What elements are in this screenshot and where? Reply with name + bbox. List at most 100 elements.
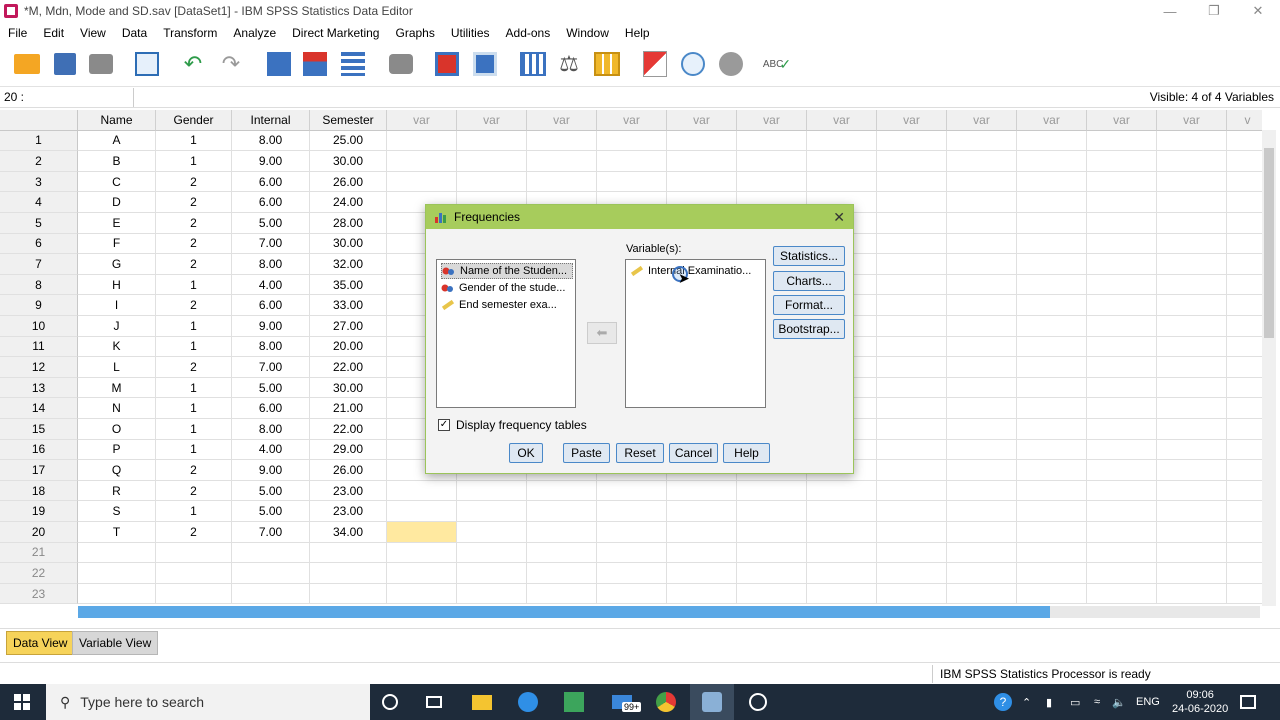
tray-chevron-up-icon[interactable]: ⌃ — [1022, 684, 1031, 720]
redo-icon[interactable]: ↷ — [216, 49, 246, 79]
data-cell[interactable] — [947, 316, 1017, 337]
data-cell[interactable] — [597, 480, 667, 502]
data-cell[interactable] — [1157, 563, 1227, 584]
chrome-icon[interactable] — [644, 684, 688, 720]
data-cell[interactable] — [877, 254, 947, 275]
dialog-close-icon[interactable]: ✕ — [833, 209, 845, 226]
data-cell[interactable] — [1157, 130, 1227, 152]
data-cell[interactable] — [737, 522, 807, 543]
data-cell[interactable] — [1087, 583, 1157, 604]
data-cell[interactable]: 2 — [156, 192, 232, 213]
data-cell[interactable] — [947, 419, 1017, 440]
data-cell[interactable] — [667, 522, 737, 543]
column-header[interactable]: var — [1087, 110, 1157, 131]
data-cell[interactable]: 30.00 — [310, 377, 387, 399]
data-cell[interactable] — [947, 295, 1017, 316]
column-header[interactable]: Gender — [156, 110, 232, 131]
data-cell[interactable] — [1017, 419, 1087, 440]
data-cell[interactable] — [877, 151, 947, 172]
row-number[interactable]: 13 — [0, 377, 78, 399]
data-cell[interactable] — [1157, 233, 1227, 255]
data-cell[interactable] — [1227, 234, 1262, 255]
data-cell[interactable] — [387, 522, 457, 543]
menu-help[interactable]: Help — [617, 26, 658, 40]
use-variable-sets-icon[interactable] — [678, 49, 708, 79]
data-cell[interactable] — [1017, 542, 1087, 564]
data-cell[interactable]: 30.00 — [310, 151, 387, 172]
data-cell[interactable] — [1227, 440, 1262, 461]
data-cell[interactable] — [877, 522, 947, 543]
data-cell[interactable]: 8.00 — [232, 130, 310, 152]
data-cell[interactable] — [667, 583, 737, 604]
data-cell[interactable] — [597, 501, 667, 522]
data-cell[interactable]: 8.00 — [232, 336, 310, 358]
data-cell[interactable] — [667, 501, 737, 522]
data-cell[interactable] — [737, 130, 807, 152]
data-cell[interactable] — [807, 501, 877, 522]
data-cell[interactable] — [1087, 377, 1157, 399]
data-cell[interactable] — [1227, 378, 1262, 399]
data-cell[interactable] — [667, 151, 737, 172]
data-cell[interactable]: 1 — [156, 501, 232, 522]
data-cell[interactable]: 9.00 — [232, 460, 310, 481]
data-cell[interactable] — [1157, 357, 1227, 378]
data-cell[interactable]: B — [78, 151, 156, 172]
row-number[interactable]: 14 — [0, 398, 78, 419]
column-header[interactable]: var — [947, 110, 1017, 131]
data-cell[interactable] — [877, 171, 947, 193]
data-cell[interactable] — [1017, 522, 1087, 543]
data-cell[interactable]: 1 — [156, 439, 232, 461]
data-cell[interactable] — [1157, 460, 1227, 481]
row-number[interactable]: 16 — [0, 439, 78, 461]
data-cell[interactable]: F — [78, 233, 156, 255]
data-cell[interactable] — [1157, 295, 1227, 316]
green-app-icon[interactable] — [552, 684, 596, 720]
split-file-icon[interactable] — [518, 49, 548, 79]
help-button[interactable]: Help — [723, 443, 770, 463]
data-cell[interactable] — [597, 542, 667, 564]
data-cell[interactable] — [1157, 501, 1227, 522]
data-cell[interactable] — [1227, 584, 1262, 604]
data-cell[interactable] — [877, 439, 947, 461]
data-cell[interactable]: 2 — [156, 460, 232, 481]
screen-recorder-icon[interactable] — [736, 684, 780, 720]
data-cell[interactable] — [1157, 213, 1227, 234]
data-cell[interactable] — [1227, 501, 1262, 522]
data-cell[interactable]: 22.00 — [310, 357, 387, 378]
save-icon[interactable] — [50, 49, 80, 79]
data-cell[interactable] — [1227, 419, 1262, 440]
data-cell[interactable] — [527, 563, 597, 584]
column-header[interactable]: var — [527, 110, 597, 131]
data-cell[interactable] — [1087, 213, 1157, 234]
data-cell[interactable]: 23.00 — [310, 501, 387, 522]
data-cell[interactable] — [1227, 522, 1262, 543]
data-cell[interactable] — [737, 171, 807, 193]
data-cell[interactable]: 9.00 — [232, 151, 310, 172]
data-cell[interactable] — [1157, 274, 1227, 296]
data-cell[interactable] — [1017, 130, 1087, 152]
data-cell[interactable] — [1017, 439, 1087, 461]
data-cell[interactable] — [947, 233, 1017, 255]
data-cell[interactable] — [807, 583, 877, 604]
data-cell[interactable]: S — [78, 501, 156, 522]
data-cell[interactable] — [877, 398, 947, 419]
data-cell[interactable] — [527, 151, 597, 172]
column-header[interactable]: var — [1157, 110, 1227, 131]
data-cell[interactable]: 2 — [156, 233, 232, 255]
menu-data[interactable]: Data — [114, 26, 155, 40]
edge-icon[interactable] — [506, 684, 550, 720]
row-number[interactable]: 11 — [0, 336, 78, 358]
data-cell[interactable] — [232, 583, 310, 604]
data-cell[interactable]: 20.00 — [310, 336, 387, 358]
clock[interactable]: 09:06 24-06-2020 — [1172, 684, 1228, 720]
data-cell[interactable] — [947, 583, 1017, 604]
data-cell[interactable]: 27.00 — [310, 316, 387, 337]
data-cell[interactable] — [807, 130, 877, 152]
show-all-variables-icon[interactable] — [716, 49, 746, 79]
close-button[interactable]: ✕ — [1236, 0, 1280, 22]
data-cell[interactable] — [1017, 357, 1087, 378]
data-cell[interactable] — [1227, 192, 1262, 213]
row-number[interactable]: 23 — [0, 583, 78, 604]
data-cell[interactable]: 6.00 — [232, 398, 310, 419]
menu-graphs[interactable]: Graphs — [387, 26, 442, 40]
